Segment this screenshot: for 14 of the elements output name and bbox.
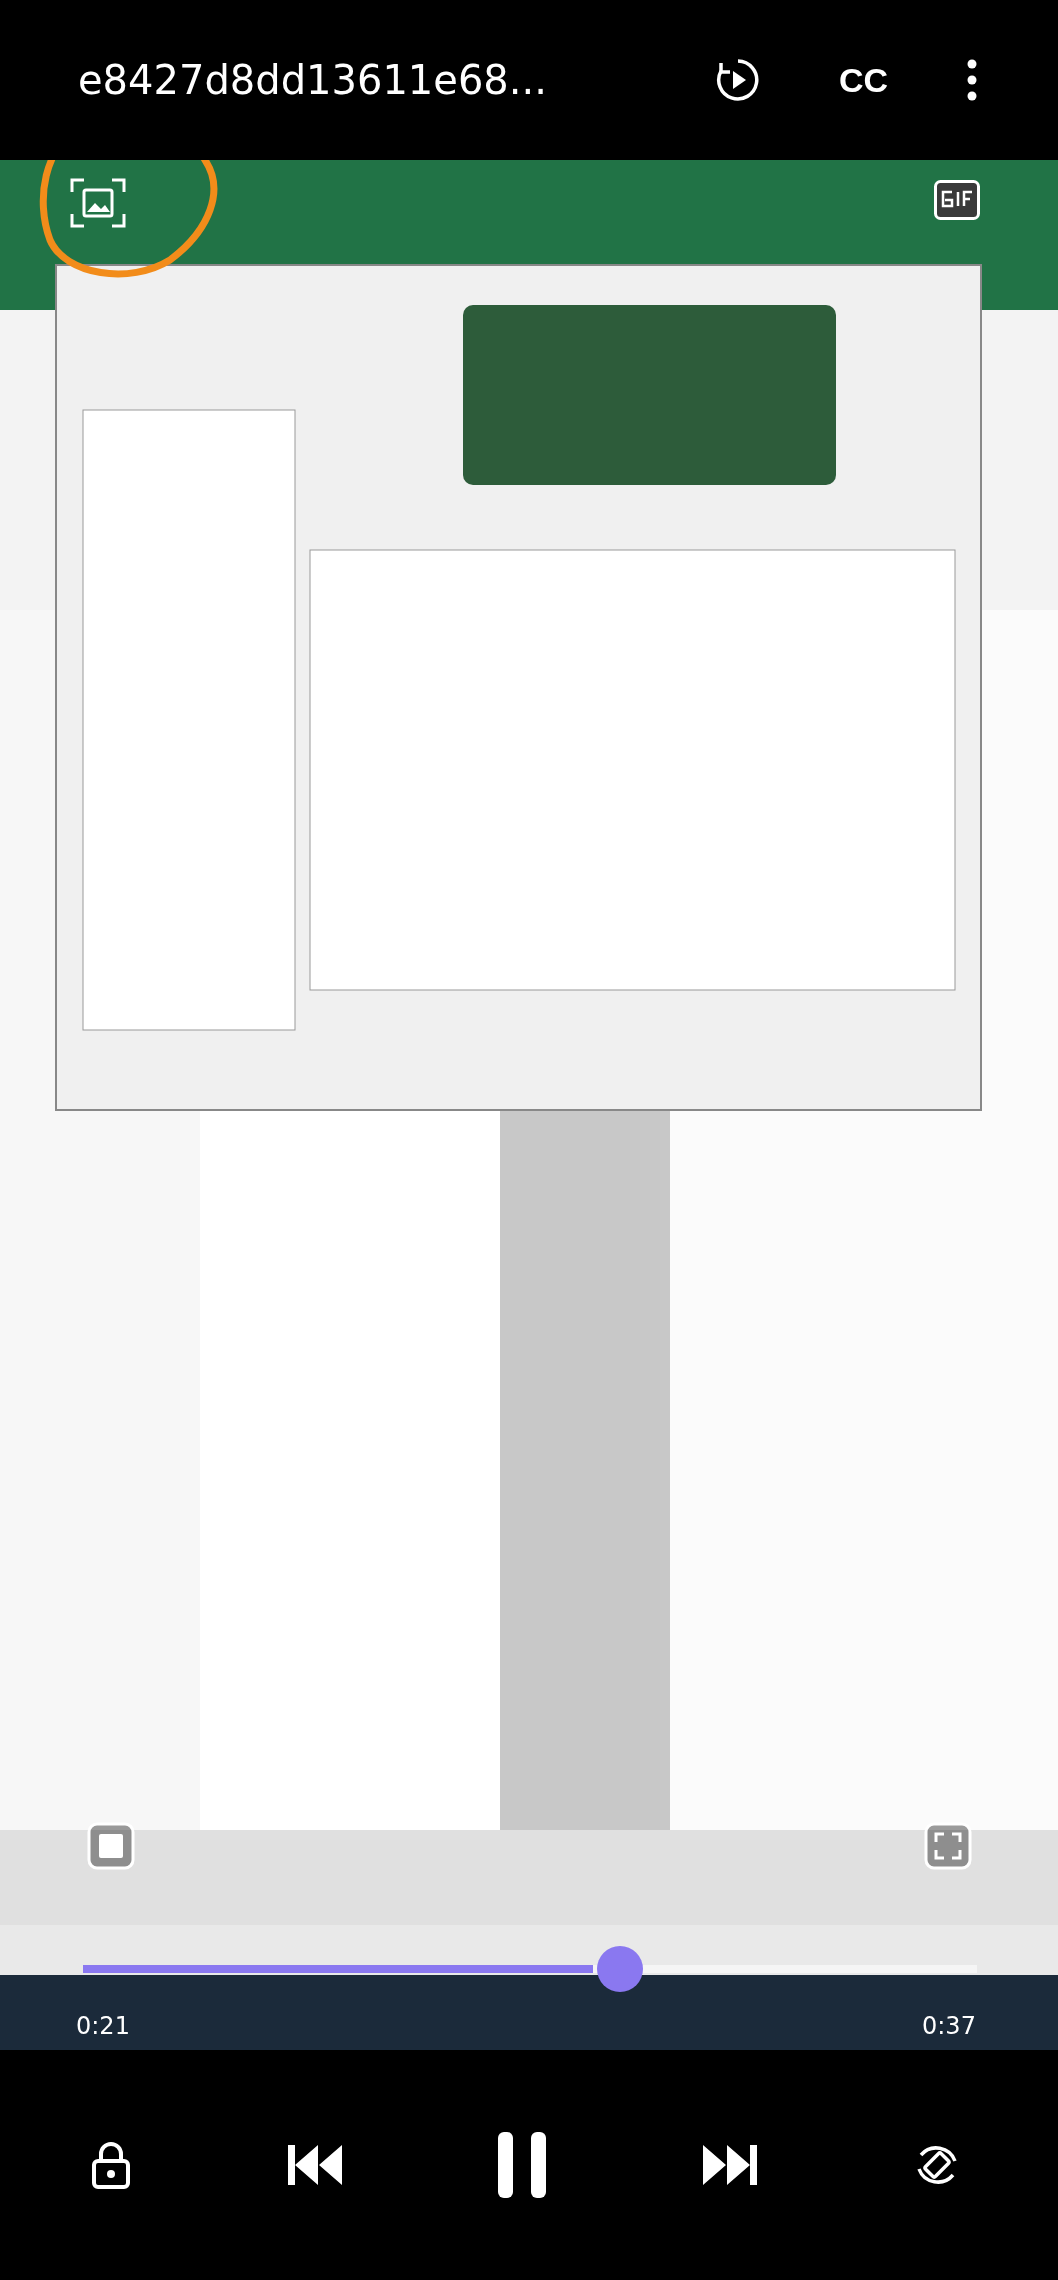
duration-time: 0:37 [922, 2012, 976, 2040]
window-icon[interactable] [87, 1822, 135, 1870]
expand-icon[interactable] [924, 1822, 972, 1870]
previous-icon[interactable] [287, 2145, 342, 2185]
next-icon[interactable] [702, 2145, 757, 2185]
pause-icon[interactable] [498, 2132, 546, 2198]
video-title: e8427d8dd13611e68... [78, 57, 547, 103]
elapsed-time: 0:21 [76, 2012, 130, 2040]
lock-icon[interactable] [91, 2141, 131, 2189]
screenshot-icon[interactable] [70, 178, 126, 228]
more-icon[interactable] [966, 59, 978, 101]
autoplay-icon[interactable] [714, 57, 761, 103]
captions-button[interactable]: CC [838, 60, 888, 100]
gif-icon[interactable] [934, 180, 980, 220]
